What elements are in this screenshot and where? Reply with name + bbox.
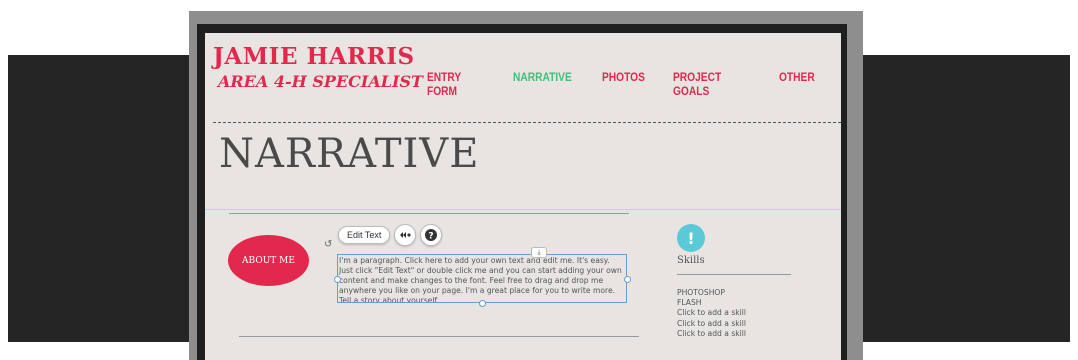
skill-item[interactable]: Click to add a skill (677, 319, 746, 329)
resize-handle-right[interactable] (624, 276, 631, 283)
skills-title[interactable]: Skills (677, 255, 705, 266)
nav-item-photos[interactable]: PHOTOS (602, 70, 645, 98)
edit-text-button[interactable]: Edit Text (338, 226, 391, 244)
section-guide-line (205, 209, 841, 210)
exclamation-icon[interactable]: ! (677, 224, 705, 252)
about-me-badge[interactable]: ABOUT ME (228, 235, 309, 286)
section-divider-top (229, 213, 629, 214)
text-toolbar: Edit Text ? (338, 224, 443, 246)
page-title[interactable]: NARRATIVE (219, 131, 479, 177)
animation-button[interactable] (394, 224, 417, 246)
site-page: JAMIE HARRIS AREA 4-H SPECIALIST ENTRY F… (205, 33, 841, 360)
paragraph-text-box[interactable]: I'm a paragraph. Click here to add your … (337, 254, 627, 303)
about-me-label: ABOUT ME (242, 255, 295, 266)
skill-item[interactable]: FLASH (677, 298, 746, 308)
skill-item[interactable]: Click to add a skill (677, 329, 746, 339)
resize-handle-left[interactable] (334, 276, 341, 283)
nav-item-project-goals[interactable]: PROJECT GOALS (673, 70, 746, 98)
skill-item[interactable]: PHOTOSHOP (677, 288, 746, 298)
site-subtitle[interactable]: AREA 4-H SPECIALIST (218, 72, 423, 91)
skill-item[interactable]: Click to add a skill (677, 308, 746, 318)
header-divider (213, 122, 841, 123)
right-dark-panel (862, 55, 1070, 342)
nav-item-narrative[interactable]: NARRATIVE (513, 70, 572, 98)
rotate-icon[interactable]: ↺ (324, 240, 334, 250)
svg-text:?: ? (429, 231, 434, 241)
left-dark-panel (8, 55, 190, 342)
nav-item-other[interactable]: OTHER (779, 70, 815, 98)
skills-divider (677, 274, 791, 275)
site-name[interactable]: JAMIE HARRIS (213, 43, 415, 70)
download-icon[interactable]: ⤓ (531, 247, 547, 258)
skills-list: PHOTOSHOP FLASH Click to add a skill Cli… (677, 288, 746, 339)
animation-icon (400, 232, 412, 238)
resize-handle-bottom[interactable] (479, 300, 486, 307)
main-nav: ENTRY FORM NARRATIVE PHOTOS PROJECT GOAL… (427, 70, 841, 98)
help-button[interactable]: ? (420, 224, 443, 246)
nav-item-entry-form[interactable]: ENTRY FORM (427, 70, 483, 98)
paragraph-text: I'm a paragraph. Click here to add your … (339, 256, 622, 303)
section-divider-bottom (239, 336, 639, 337)
help-icon: ? (425, 229, 438, 241)
